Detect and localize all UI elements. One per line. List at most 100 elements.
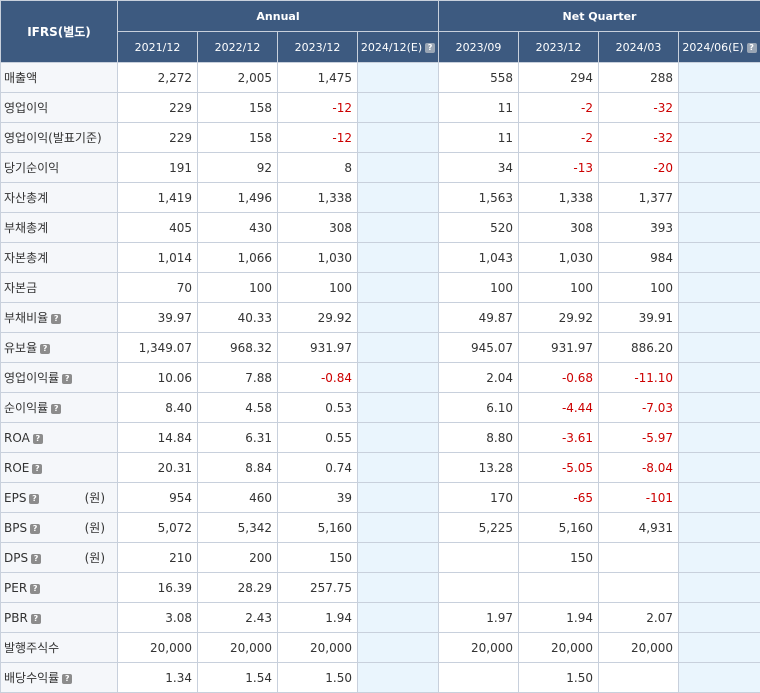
value-cell: 39 <box>277 482 358 513</box>
row-label: 순이익률 <box>4 401 49 415</box>
value-cell: -11.10 <box>598 362 680 393</box>
help-icon[interactable]: ? <box>30 613 41 624</box>
row-header: 영업이익률? <box>0 362 118 393</box>
help-icon[interactable]: ? <box>32 433 43 444</box>
value-cell: 1.94 <box>518 602 600 633</box>
value-cell: -32 <box>598 92 680 123</box>
table-body: 매출액 2,272 2,005 1,475 558 294 288 영업이익 229 158 -12… <box>0 62 760 693</box>
quarter-group-header: Net Quarter <box>438 0 760 32</box>
value-cell: -2 <box>518 92 600 123</box>
value-cell: -101 <box>598 482 680 513</box>
period-header: 2022/12 <box>197 31 278 63</box>
value-cell: 20.31 <box>117 452 198 483</box>
row-label: 유보율 <box>4 341 38 355</box>
table-row: 자본금 70 100 100 100 100 100 <box>0 272 760 303</box>
row-label: 자산총계 <box>4 191 49 205</box>
value-cell: 0.55 <box>277 422 358 453</box>
value-cell: 520 <box>438 212 520 243</box>
value-cell <box>356 392 440 423</box>
value-cell: -32 <box>598 122 680 153</box>
value-cell: 558 <box>438 62 520 93</box>
value-cell: 1,066 <box>197 242 278 273</box>
help-icon[interactable]: ? <box>31 553 42 564</box>
row-header: 발행주식수 <box>0 632 118 663</box>
value-cell: 931.97 <box>277 332 358 363</box>
row-header: ROA? <box>0 422 118 453</box>
row-label: PER <box>4 580 28 595</box>
row-header: 배당수익률? <box>0 662 118 693</box>
help-icon[interactable]: ? <box>746 42 757 53</box>
row-header: 자본총계 <box>0 242 118 273</box>
value-cell: 5,160 <box>518 512 600 543</box>
value-cell <box>678 602 760 633</box>
value-cell <box>678 122 760 153</box>
value-cell: 1,496 <box>197 182 278 213</box>
row-header: EPS? (원) <box>0 482 118 513</box>
period-label: 2023/12 <box>294 40 341 54</box>
value-cell <box>356 632 440 663</box>
value-cell: 1,419 <box>117 182 198 213</box>
value-cell: 1,030 <box>277 242 358 273</box>
table-row: DPS? (원) 210 200 150 150 <box>0 542 760 573</box>
value-cell: 1.94 <box>277 602 358 633</box>
value-cell: 1.34 <box>117 662 198 693</box>
value-cell: 229 <box>117 92 198 123</box>
table-row: ROA? 14.84 6.31 0.55 8.80 -3.61 -5.97 <box>0 422 760 453</box>
period-header: 2024/12(E)? <box>356 31 440 63</box>
help-icon[interactable]: ? <box>51 314 62 324</box>
value-cell <box>678 272 760 303</box>
value-cell: 257.75 <box>277 572 358 603</box>
help-icon[interactable]: ? <box>30 583 41 594</box>
value-cell: 945.07 <box>438 332 520 363</box>
value-cell: 294 <box>518 62 600 93</box>
row-header: DPS? (원) <box>0 542 118 573</box>
table-row: PER? 16.39 28.29 257.75 <box>0 572 760 603</box>
table-row: ROE? 20.31 8.84 0.74 13.28 -5.05 -8.04 <box>0 452 760 483</box>
value-cell: 5,160 <box>277 512 358 543</box>
help-icon[interactable]: ? <box>51 404 62 414</box>
value-cell: 200 <box>197 542 278 573</box>
period-header: 2024/03 <box>598 31 680 63</box>
value-cell <box>678 572 760 603</box>
value-cell <box>678 302 760 333</box>
value-cell <box>438 662 520 693</box>
help-icon[interactable]: ? <box>30 523 41 534</box>
value-cell <box>356 512 440 543</box>
value-cell: 1,338 <box>518 182 600 213</box>
value-cell: 16.39 <box>117 572 198 603</box>
help-icon[interactable]: ? <box>32 463 43 474</box>
value-cell <box>678 182 760 213</box>
help-icon[interactable]: ? <box>29 493 40 504</box>
table-row: 영업이익률? 10.06 7.88 -0.84 2.04 -0.68 -11.10 <box>0 362 760 393</box>
row-label: 매출액 <box>4 71 38 85</box>
value-cell <box>356 272 440 303</box>
value-cell: -20 <box>598 152 680 183</box>
value-cell: 1.54 <box>197 662 278 693</box>
table-row: 부채비율? 39.97 40.33 29.92 49.87 29.92 39.91 <box>0 302 760 333</box>
value-cell: 4.58 <box>197 392 278 423</box>
value-cell <box>678 152 760 183</box>
period-header: 2023/12 <box>518 31 600 63</box>
value-cell: -7.03 <box>598 392 680 423</box>
help-icon[interactable]: ? <box>62 674 73 684</box>
value-cell: 393 <box>598 212 680 243</box>
help-icon[interactable]: ? <box>425 42 436 53</box>
value-cell: 308 <box>277 212 358 243</box>
value-cell: -0.68 <box>518 362 600 393</box>
value-cell: 968.32 <box>197 332 278 363</box>
value-cell: 5,072 <box>117 512 198 543</box>
value-cell: 39.97 <box>117 302 198 333</box>
value-cell: 1,377 <box>598 182 680 213</box>
value-cell: 1,349.07 <box>117 332 198 363</box>
value-cell: 150 <box>518 542 600 573</box>
help-icon[interactable]: ? <box>40 344 51 354</box>
help-icon[interactable]: ? <box>62 374 73 384</box>
row-label: PBR <box>4 610 28 625</box>
value-cell <box>518 572 600 603</box>
value-cell: 20,000 <box>277 632 358 663</box>
value-cell: -12 <box>277 92 358 123</box>
value-cell: 11 <box>438 92 520 123</box>
row-label: 영업이익(발표기준) <box>4 131 102 145</box>
row-label: ROA <box>4 430 30 445</box>
value-cell: 40.33 <box>197 302 278 333</box>
